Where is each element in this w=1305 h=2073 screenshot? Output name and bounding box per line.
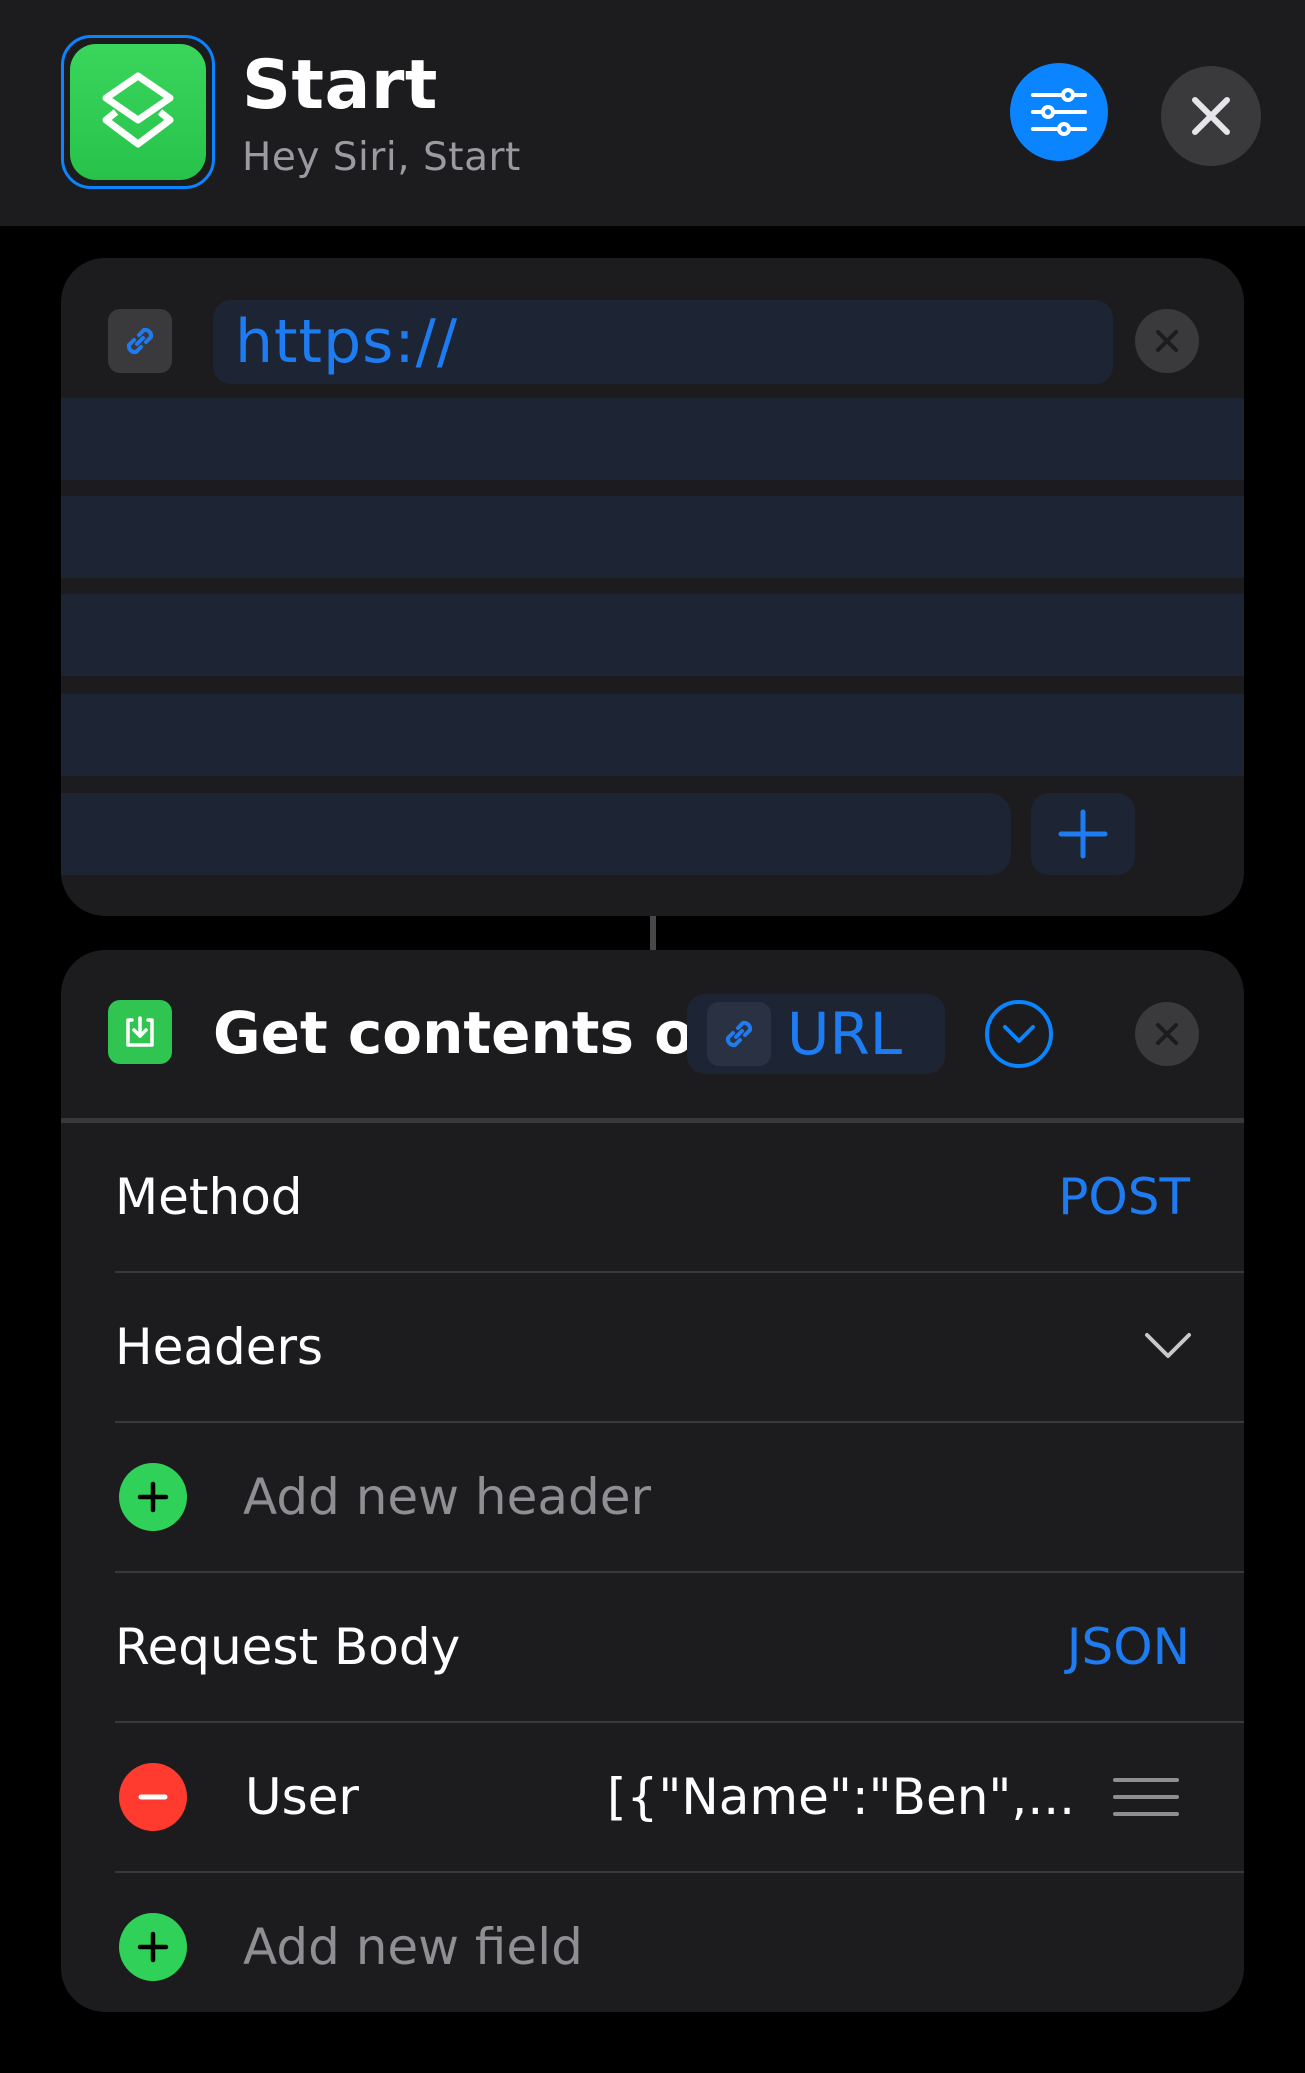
action-title: Get contents of <box>213 999 720 1067</box>
shortcuts-icon <box>70 44 206 180</box>
plus-icon <box>137 1481 169 1513</box>
request-body-row[interactable]: Request Body JSON <box>61 1573 1244 1721</box>
action-connector <box>650 916 656 950</box>
url-list-row[interactable] <box>61 694 1244 776</box>
link-icon <box>707 1002 771 1066</box>
new-url-input[interactable] <box>61 793 1011 875</box>
shortcut-title[interactable]: Start <box>242 46 438 125</box>
minus-icon <box>138 1794 168 1800</box>
drag-handle-icon[interactable] <box>1113 1778 1179 1816</box>
url-variable-token[interactable]: URL <box>687 994 945 1074</box>
add-url-button[interactable] <box>1031 793 1135 875</box>
add-header-button[interactable] <box>119 1463 187 1531</box>
add-field-row[interactable]: Add new field <box>61 1873 1244 2012</box>
url-list-row[interactable] <box>61 496 1244 578</box>
field-key[interactable]: User <box>245 1723 359 1871</box>
request-body-label: Request Body <box>115 1618 461 1676</box>
remove-action-button[interactable] <box>1135 309 1199 373</box>
remove-action-button[interactable] <box>1135 1002 1199 1066</box>
action-header: Get contents of URL <box>61 950 1244 1120</box>
link-icon <box>108 309 172 373</box>
collapse-button[interactable] <box>985 1000 1053 1068</box>
field-value[interactable]: [{"Name":"Ben",... <box>607 1723 1075 1871</box>
shortcut-icon-button[interactable] <box>61 35 215 189</box>
headers-label: Headers <box>115 1318 324 1376</box>
method-value[interactable]: POST <box>1058 1123 1190 1271</box>
add-field-placeholder[interactable]: Add new field <box>243 1873 583 2012</box>
get-contents-card: Get contents of URL Method POST Headers … <box>61 950 1244 2012</box>
shortcut-header: Start Hey Siri, Start <box>0 0 1305 226</box>
close-icon <box>1192 97 1230 135</box>
plus-icon <box>137 1931 169 1963</box>
add-header-placeholder[interactable]: Add new header <box>243 1423 651 1571</box>
close-icon <box>1156 330 1178 352</box>
settings-button[interactable] <box>1010 63 1108 161</box>
add-header-row[interactable]: Add new header <box>61 1423 1244 1571</box>
sliders-icon <box>1031 88 1087 136</box>
chevron-down-icon <box>1003 1025 1035 1043</box>
close-button[interactable] <box>1161 66 1261 166</box>
download-icon <box>108 1000 172 1064</box>
url-text[interactable]: https:// <box>235 300 458 384</box>
url-list-row[interactable] <box>61 594 1244 676</box>
chevron-down-icon[interactable] <box>1144 1330 1192 1360</box>
method-row[interactable]: Method POST <box>61 1123 1244 1271</box>
close-icon <box>1156 1023 1178 1045</box>
url-action-card: https:// <box>61 258 1244 916</box>
url-list-row[interactable] <box>61 398 1244 480</box>
remove-field-button[interactable] <box>119 1763 187 1831</box>
plus-icon <box>1058 809 1108 859</box>
method-label: Method <box>115 1168 303 1226</box>
json-field-row[interactable]: User [{"Name":"Ben",... <box>61 1723 1244 1871</box>
add-field-button[interactable] <box>119 1913 187 1981</box>
headers-row[interactable]: Headers <box>61 1273 1244 1421</box>
url-token-label: URL <box>787 1000 903 1068</box>
shortcut-subtitle: Hey Siri, Start <box>242 135 521 180</box>
request-body-type[interactable]: JSON <box>1067 1573 1190 1721</box>
